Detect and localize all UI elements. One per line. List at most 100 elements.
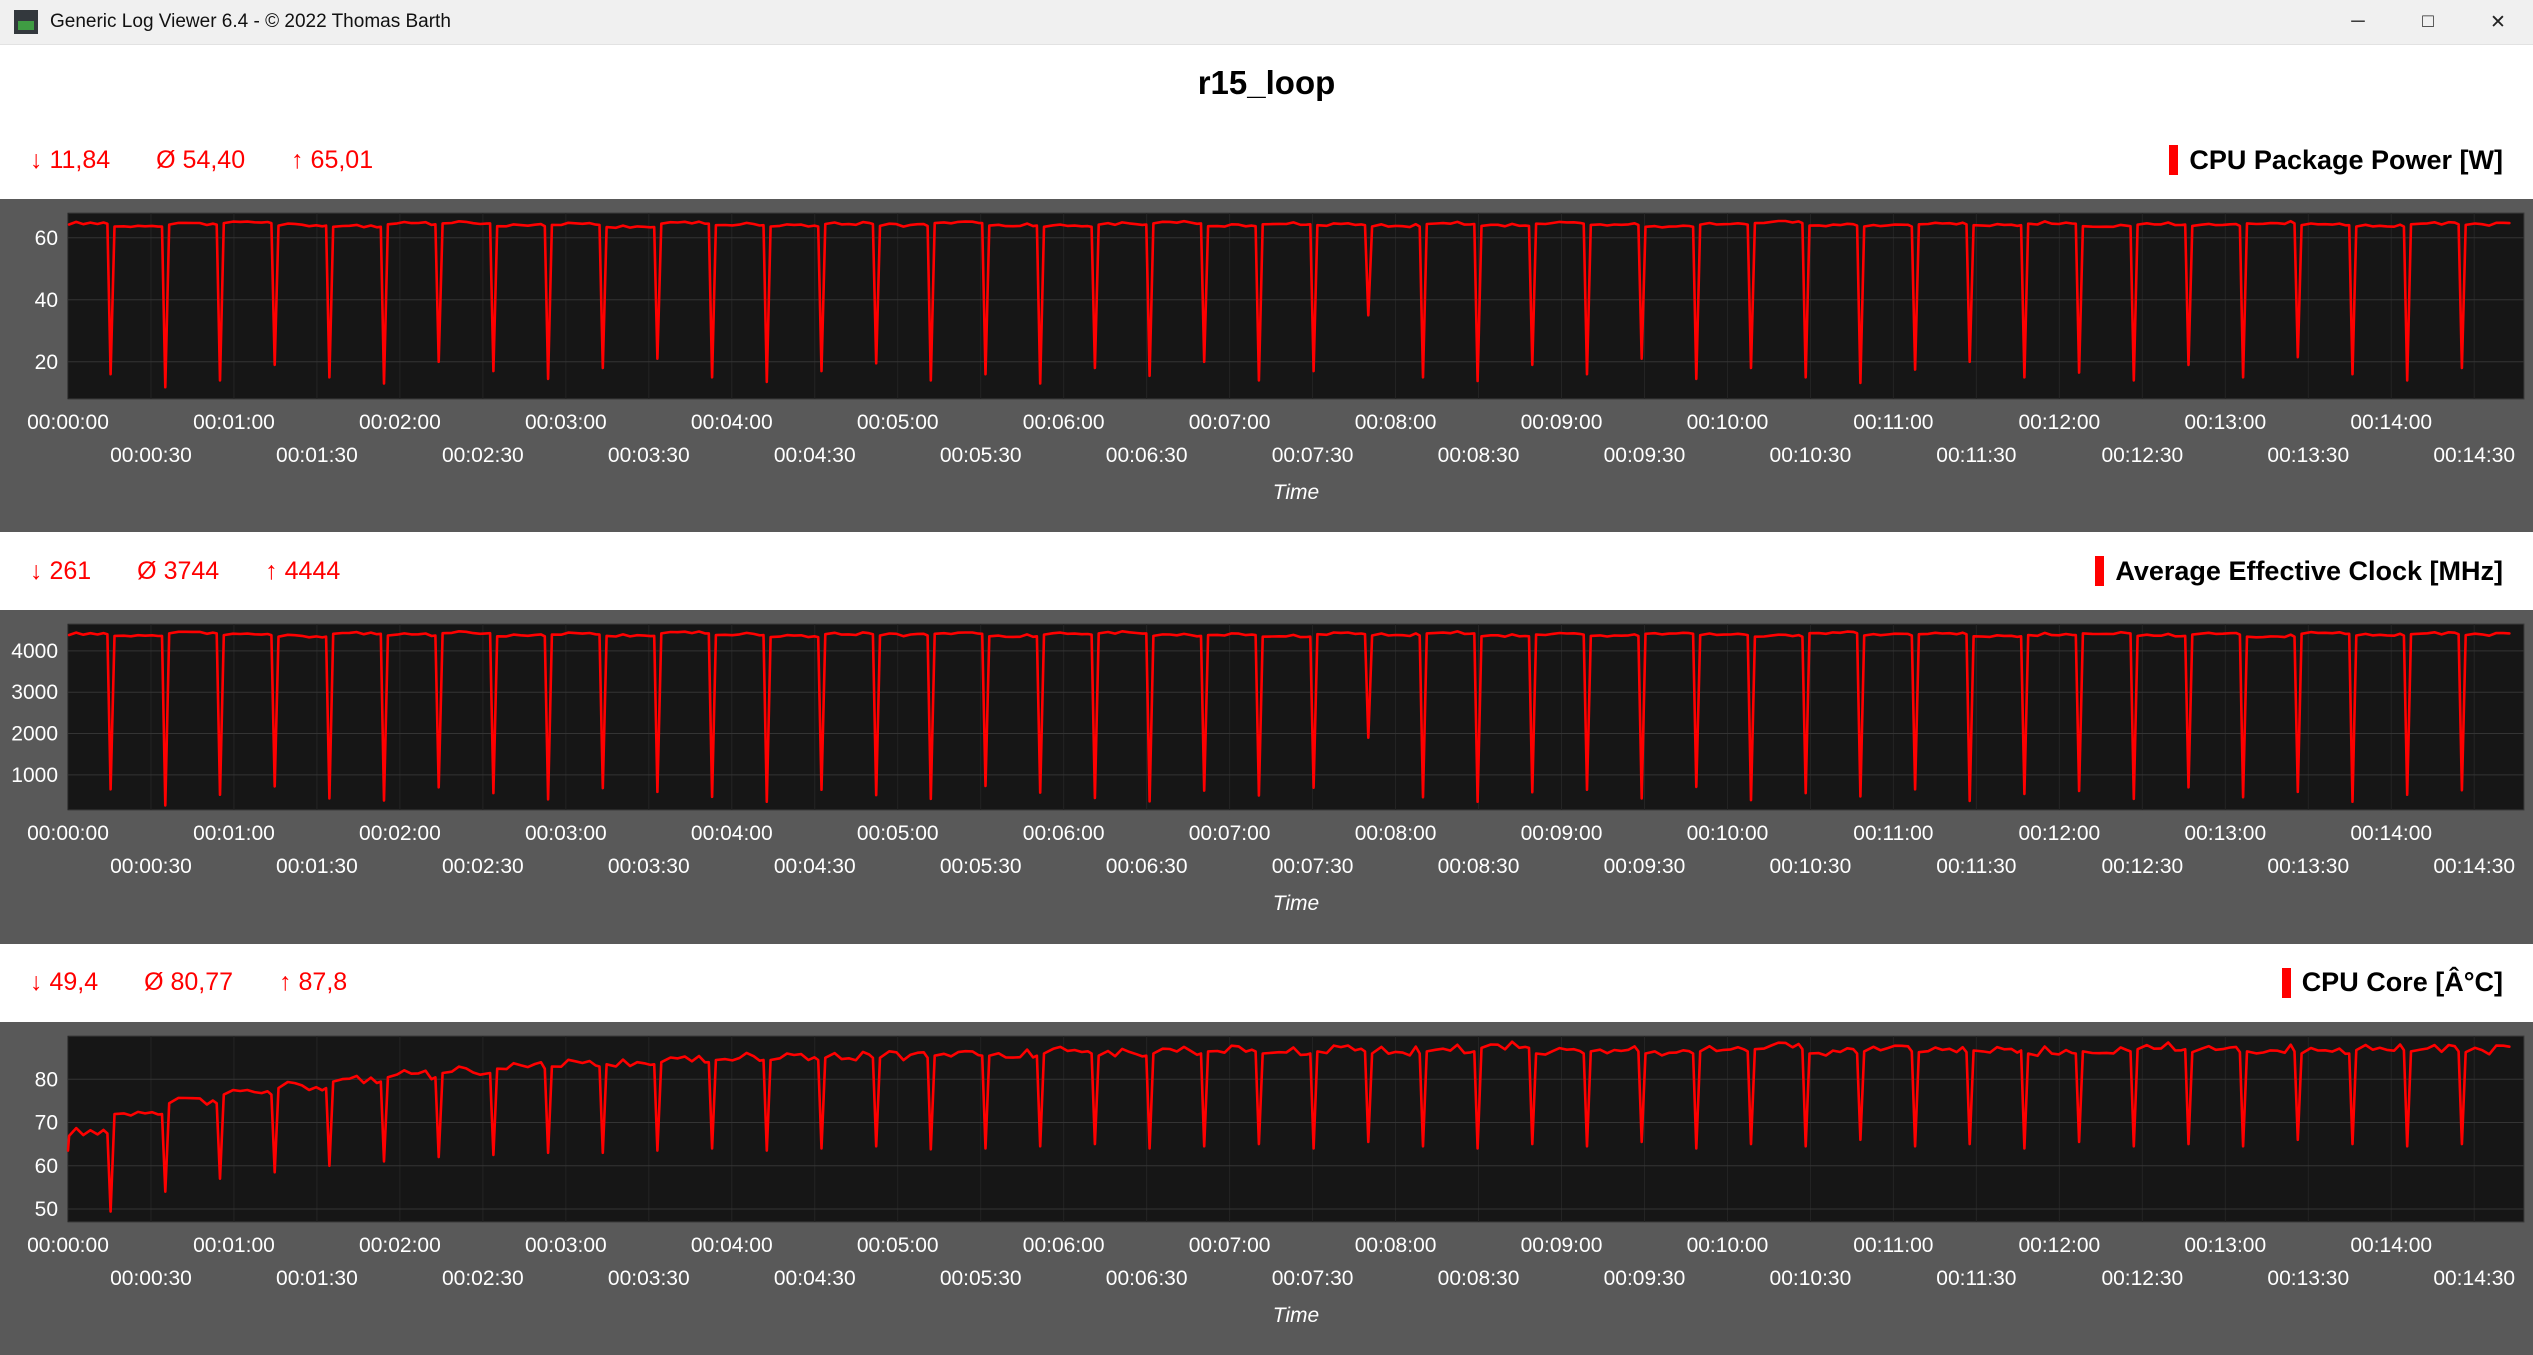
series-color-bar xyxy=(2095,556,2104,586)
svg-text:00:06:00: 00:06:00 xyxy=(1023,1234,1105,1257)
svg-text:00:13:30: 00:13:30 xyxy=(2267,444,2349,467)
minimize-button[interactable]: ─ xyxy=(2323,0,2393,45)
svg-text:00:07:30: 00:07:30 xyxy=(1272,855,1354,878)
svg-text:00:09:00: 00:09:00 xyxy=(1521,1234,1603,1257)
svg-text:00:10:00: 00:10:00 xyxy=(1687,411,1769,434)
svg-text:00:00:30: 00:00:30 xyxy=(110,1267,192,1290)
svg-text:00:12:00: 00:12:00 xyxy=(2018,1234,2100,1257)
svg-text:00:11:00: 00:11:00 xyxy=(1853,411,1933,434)
svg-text:00:06:30: 00:06:30 xyxy=(1106,855,1188,878)
stat-avg: Ø 3744 xyxy=(137,557,219,586)
svg-text:00:08:00: 00:08:00 xyxy=(1355,1234,1437,1257)
svg-text:60: 60 xyxy=(35,227,58,250)
svg-text:00:11:30: 00:11:30 xyxy=(1936,444,2016,467)
svg-text:00:04:00: 00:04:00 xyxy=(691,1234,773,1257)
svg-text:00:12:30: 00:12:30 xyxy=(2101,1267,2183,1290)
svg-text:Time: Time xyxy=(1273,892,1319,915)
stats-row-cpu-package-power: ↓ 11,84 Ø 54,40 ↑ 65,01 CPU Package Powe… xyxy=(0,121,2533,199)
series-color-bar xyxy=(2282,968,2291,998)
series-color-bar xyxy=(2169,145,2178,175)
svg-text:00:04:30: 00:04:30 xyxy=(774,444,856,467)
svg-text:00:01:30: 00:01:30 xyxy=(276,1267,358,1290)
svg-text:00:07:30: 00:07:30 xyxy=(1272,1267,1354,1290)
cpu-package-power-canvas[interactable]: 20406000:00:0000:01:0000:02:0000:03:0000… xyxy=(0,199,2533,532)
svg-text:00:00:00: 00:00:00 xyxy=(27,822,109,845)
cpu-core-temp-chart[interactable]: 5060708000:00:0000:01:0000:02:0000:03:00… xyxy=(0,1022,2533,1355)
svg-text:00:04:30: 00:04:30 xyxy=(774,855,856,878)
svg-text:00:10:30: 00:10:30 xyxy=(1770,855,1852,878)
svg-text:00:01:30: 00:01:30 xyxy=(276,855,358,878)
window-title: Generic Log Viewer 6.4 - © 2022 Thomas B… xyxy=(50,11,451,33)
svg-text:00:04:30: 00:04:30 xyxy=(774,1267,856,1290)
svg-text:3000: 3000 xyxy=(11,682,58,705)
svg-text:00:06:00: 00:06:00 xyxy=(1023,822,1105,845)
svg-text:00:03:30: 00:03:30 xyxy=(608,1267,690,1290)
svg-text:00:08:00: 00:08:00 xyxy=(1355,411,1437,434)
chart-legend: Average Effective Clock [MHz] xyxy=(2095,556,2503,587)
stat-min: ↓ 261 xyxy=(30,557,91,586)
svg-text:4000: 4000 xyxy=(11,640,58,663)
chart-title: CPU Package Power [W] xyxy=(2189,145,2503,176)
svg-text:00:12:00: 00:12:00 xyxy=(2018,822,2100,845)
svg-text:00:12:30: 00:12:30 xyxy=(2101,855,2183,878)
average-effective-clock-canvas[interactable]: 1000 2000 3000 4000 00:00:00 00:01:00 00:02:00… xyxy=(0,610,2533,943)
svg-text:00:09:00: 00:09:00 xyxy=(1521,822,1603,845)
svg-text:2000: 2000 xyxy=(11,723,58,746)
svg-text:00:05:30: 00:05:30 xyxy=(940,1267,1022,1290)
section-cpu-core-temp: ↓ 49,4 Ø 80,77 ↑ 87,8 CPU Core [Â°C] 506… xyxy=(0,944,2533,1355)
chart-legend: CPU Core [Â°C] xyxy=(2282,967,2503,998)
svg-text:00:05:00: 00:05:00 xyxy=(857,411,939,434)
chart-legend: CPU Package Power [W] xyxy=(2169,145,2503,176)
svg-text:00:02:00: 00:02:00 xyxy=(359,1234,441,1257)
svg-text:1000: 1000 xyxy=(11,764,58,787)
close-button[interactable]: ✕ xyxy=(2463,0,2533,45)
svg-text:00:14:00: 00:14:00 xyxy=(2350,822,2432,845)
svg-text:00:14:30: 00:14:30 xyxy=(2433,855,2515,878)
svg-text:00:07:00: 00:07:00 xyxy=(1189,411,1271,434)
svg-text:00:01:00: 00:01:00 xyxy=(193,822,275,845)
section-average-effective-clock: ↓ 261 Ø 3744 ↑ 4444 Average Effective Cl… xyxy=(0,532,2533,943)
svg-text:00:02:30: 00:02:30 xyxy=(442,444,524,467)
svg-text:00:08:30: 00:08:30 xyxy=(1438,1267,1520,1290)
stat-max: ↑ 87,8 xyxy=(279,968,347,997)
svg-text:00:10:00: 00:10:00 xyxy=(1687,822,1769,845)
chart-title: Average Effective Clock [MHz] xyxy=(2115,556,2503,587)
cpu-package-power-chart[interactable]: 20406000:00:0000:01:0000:02:0000:03:0000… xyxy=(0,199,2533,532)
svg-text:00:03:00: 00:03:00 xyxy=(525,1234,607,1257)
svg-text:Time: Time xyxy=(1273,481,1319,504)
chart-title: CPU Core [Â°C] xyxy=(2302,967,2503,998)
svg-text:00:09:30: 00:09:30 xyxy=(1604,444,1686,467)
svg-text:00:02:00: 00:02:00 xyxy=(359,822,441,845)
svg-text:00:11:30: 00:11:30 xyxy=(1936,855,2016,878)
page-title: r15_loop xyxy=(1198,64,1336,102)
svg-text:20: 20 xyxy=(35,351,58,374)
average-effective-clock-chart[interactable]: 1000 2000 3000 4000 00:00:00 00:01:00 00:02:00… xyxy=(0,610,2533,943)
stats-row-cpu-core-temp: ↓ 49,4 Ø 80,77 ↑ 87,8 CPU Core [Â°C] xyxy=(0,944,2533,1022)
svg-text:00:14:00: 00:14:00 xyxy=(2350,411,2432,434)
svg-text:00:07:30: 00:07:30 xyxy=(1272,444,1354,467)
svg-text:60: 60 xyxy=(35,1154,58,1177)
svg-text:00:13:30: 00:13:30 xyxy=(2267,855,2349,878)
maximize-button[interactable]: □ xyxy=(2393,0,2463,45)
svg-text:00:12:00: 00:12:00 xyxy=(2018,411,2100,434)
cpu-core-temp-canvas[interactable]: 5060708000:00:0000:01:0000:02:0000:03:00… xyxy=(0,1022,2533,1355)
svg-text:00:00:30: 00:00:30 xyxy=(110,444,192,467)
svg-text:00:09:30: 00:09:30 xyxy=(1604,855,1686,878)
svg-text:40: 40 xyxy=(35,289,58,312)
svg-text:00:13:00: 00:13:00 xyxy=(2184,822,2266,845)
chart-stats: ↓ 261 Ø 3744 ↑ 4444 xyxy=(30,557,340,586)
svg-text:00:04:00: 00:04:00 xyxy=(691,411,773,434)
svg-text:00:14:30: 00:14:30 xyxy=(2433,444,2515,467)
stat-min: ↓ 49,4 xyxy=(30,968,98,997)
svg-text:00:05:00: 00:05:00 xyxy=(857,1234,939,1257)
svg-text:00:02:00: 00:02:00 xyxy=(359,411,441,434)
svg-text:00:10:30: 00:10:30 xyxy=(1770,444,1852,467)
svg-text:00:02:30: 00:02:30 xyxy=(442,855,524,878)
svg-text:00:06:30: 00:06:30 xyxy=(1106,1267,1188,1290)
svg-text:00:00:00: 00:00:00 xyxy=(27,1234,109,1257)
svg-text:Time: Time xyxy=(1273,1304,1319,1327)
svg-text:00:03:00: 00:03:00 xyxy=(525,411,607,434)
svg-text:80: 80 xyxy=(35,1068,58,1091)
chart-stats: ↓ 49,4 Ø 80,77 ↑ 87,8 xyxy=(30,968,347,997)
svg-text:00:13:30: 00:13:30 xyxy=(2267,1267,2349,1290)
